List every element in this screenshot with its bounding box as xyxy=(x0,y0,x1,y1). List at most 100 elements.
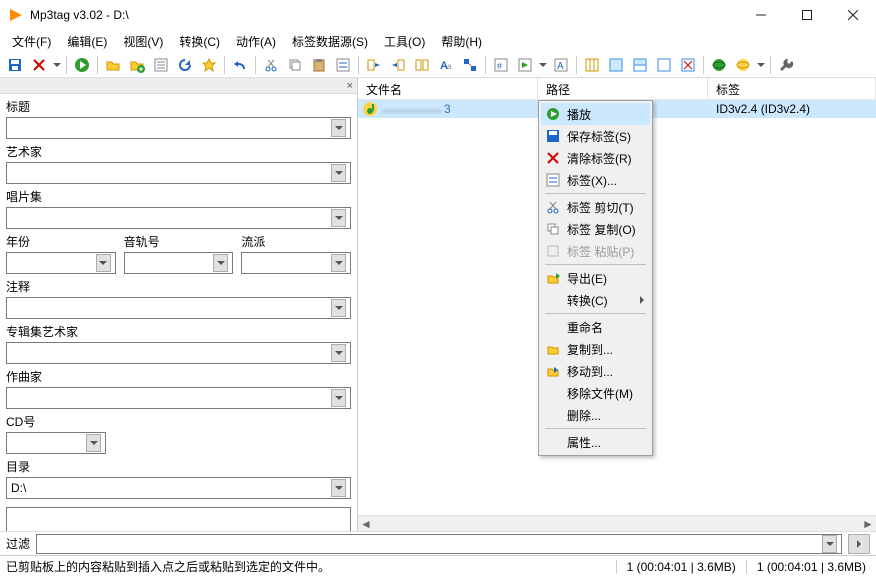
ctx-save[interactable]: 保存标签(S) xyxy=(541,125,650,147)
ctx-paste: 标签 粘贴(P) xyxy=(541,240,650,262)
web-sources-dropdown-icon[interactable] xyxy=(756,63,766,67)
copy-icon[interactable] xyxy=(284,54,306,76)
filter-label: 过滤 xyxy=(6,535,30,552)
select-error-icon[interactable] xyxy=(677,54,699,76)
column-headers: 文件名 路径 标签 xyxy=(358,78,876,100)
delete-icon xyxy=(545,150,561,166)
toolbar: Aa # A xyxy=(0,52,876,78)
ctx-rename[interactable]: 重命名 xyxy=(541,316,650,338)
menu-tools[interactable]: 工具(O) xyxy=(378,31,431,52)
tag-panel: × 标题 艺术家 唱片集 年份 音轨号 流派 注释 专辑集艺术家 作曲家 xyxy=(0,78,358,531)
play-icon xyxy=(545,106,561,122)
tools-icon[interactable] xyxy=(775,54,797,76)
delete-icon[interactable] xyxy=(28,54,50,76)
main-area: × 标题 艺术家 唱片集 年份 音轨号 流派 注释 专辑集艺术家 作曲家 xyxy=(0,78,876,531)
album-input[interactable] xyxy=(6,207,351,229)
panel-close-icon[interactable]: × xyxy=(347,80,353,92)
close-button[interactable] xyxy=(830,0,876,30)
ctx-convert[interactable]: 转换(C) xyxy=(541,289,650,311)
menu-view[interactable]: 视图(V) xyxy=(117,31,169,52)
text-to-tag-icon[interactable]: Aa xyxy=(435,54,457,76)
year-label: 年份 xyxy=(6,233,116,250)
column-path[interactable]: 路径 xyxy=(538,78,708,99)
menu-edit[interactable]: 编辑(E) xyxy=(61,31,113,52)
status-message: 已剪贴板上的内容粘贴到插入点之后或粘贴到选定的文件中。 xyxy=(0,558,616,575)
ctx-clear[interactable]: 清除标签(R) xyxy=(541,147,650,169)
album-artist-input[interactable] xyxy=(6,342,351,364)
folder-open-icon[interactable] xyxy=(102,54,124,76)
select-none-icon[interactable] xyxy=(653,54,675,76)
menu-help[interactable]: 帮助(H) xyxy=(435,31,488,52)
cover-art-box[interactable] xyxy=(6,507,351,531)
extended-tags-icon[interactable] xyxy=(332,54,354,76)
context-menu: 播放 保存标签(S) 清除标签(R) 标签(X)... 标签 剪切(T xyxy=(538,100,653,456)
ctx-play[interactable]: 播放 xyxy=(541,103,650,125)
cd-input[interactable] xyxy=(6,432,106,454)
extended-tags-icon xyxy=(545,172,561,188)
filename-to-tag-icon[interactable] xyxy=(387,54,409,76)
scroll-right-icon[interactable]: ► xyxy=(860,516,876,532)
save-icon xyxy=(545,128,561,144)
ctx-copy[interactable]: 标签 复制(O) xyxy=(541,218,650,240)
autonumber-icon[interactable]: # xyxy=(490,54,512,76)
quick-action-icon[interactable]: A xyxy=(550,54,572,76)
playlist-icon[interactable] xyxy=(150,54,172,76)
refresh-icon[interactable] xyxy=(174,54,196,76)
filter-bar: 过滤 xyxy=(0,531,876,555)
svg-text:A: A xyxy=(557,61,564,72)
ctx-properties[interactable]: 属性... xyxy=(541,431,650,453)
title-input[interactable] xyxy=(6,117,351,139)
composer-input[interactable] xyxy=(6,387,351,409)
svg-text:#: # xyxy=(497,61,502,71)
ctx-copyto[interactable]: 复制到... xyxy=(541,338,650,360)
paste-icon[interactable] xyxy=(308,54,330,76)
freedb-icon[interactable] xyxy=(708,54,730,76)
genre-label: 流派 xyxy=(241,233,351,250)
ctx-moveto[interactable]: 移动到... xyxy=(541,360,650,382)
minimize-button[interactable] xyxy=(738,0,784,30)
copy-icon xyxy=(545,221,561,237)
actions-dropdown-icon[interactable] xyxy=(538,63,548,67)
directory-label: 目录 xyxy=(6,458,351,475)
undo-icon[interactable] xyxy=(229,54,251,76)
web-sources-icon[interactable] xyxy=(732,54,754,76)
genre-input[interactable] xyxy=(241,252,351,274)
ctx-cut[interactable]: 标签 剪切(T) xyxy=(541,196,650,218)
filename-to-filename-icon[interactable] xyxy=(411,54,433,76)
menu-action[interactable]: 动作(A) xyxy=(230,31,282,52)
file-list-body[interactable]: ▬▬▬▬▬3 ID3v2.4 (ID3v2.4) 播放 保存标签(S) 清除标签… xyxy=(358,100,876,515)
ctx-delete[interactable]: 删除... xyxy=(541,404,650,426)
svg-text:a: a xyxy=(447,62,452,71)
track-input[interactable] xyxy=(124,252,234,274)
horizontal-scrollbar[interactable]: ◄ ► xyxy=(358,515,876,531)
actions-icon[interactable] xyxy=(514,54,536,76)
ctx-tags[interactable]: 标签(X)... xyxy=(541,169,650,191)
tag-to-filename-icon[interactable] xyxy=(363,54,385,76)
filter-apply-button[interactable] xyxy=(848,534,870,554)
delete-dropdown-icon[interactable] xyxy=(52,63,62,67)
track-label: 音轨号 xyxy=(124,233,234,250)
folder-add-icon[interactable] xyxy=(126,54,148,76)
menu-convert[interactable]: 转换(C) xyxy=(173,31,226,52)
ctx-export[interactable]: 导出(E) xyxy=(541,267,650,289)
year-input[interactable] xyxy=(6,252,116,274)
save-icon[interactable] xyxy=(4,54,26,76)
select-invert-icon[interactable] xyxy=(629,54,651,76)
cut-icon[interactable] xyxy=(260,54,282,76)
select-icon[interactable] xyxy=(605,54,627,76)
scroll-left-icon[interactable]: ◄ xyxy=(358,516,374,532)
column-tag[interactable]: 标签 xyxy=(708,78,876,99)
select-columns-icon[interactable] xyxy=(581,54,603,76)
directory-input[interactable]: D:\ xyxy=(6,477,351,499)
play-icon[interactable] xyxy=(71,54,93,76)
favorite-icon[interactable] xyxy=(198,54,220,76)
tag-to-tag-icon[interactable] xyxy=(459,54,481,76)
column-filename[interactable]: 文件名 xyxy=(358,78,538,99)
comment-input[interactable] xyxy=(6,297,351,319)
menu-file[interactable]: 文件(F) xyxy=(6,31,57,52)
maximize-button[interactable] xyxy=(784,0,830,30)
artist-input[interactable] xyxy=(6,162,351,184)
filter-input[interactable] xyxy=(36,534,842,554)
menu-tag-sources[interactable]: 标签数据源(S) xyxy=(286,31,374,52)
ctx-remove[interactable]: 移除文件(M) xyxy=(541,382,650,404)
